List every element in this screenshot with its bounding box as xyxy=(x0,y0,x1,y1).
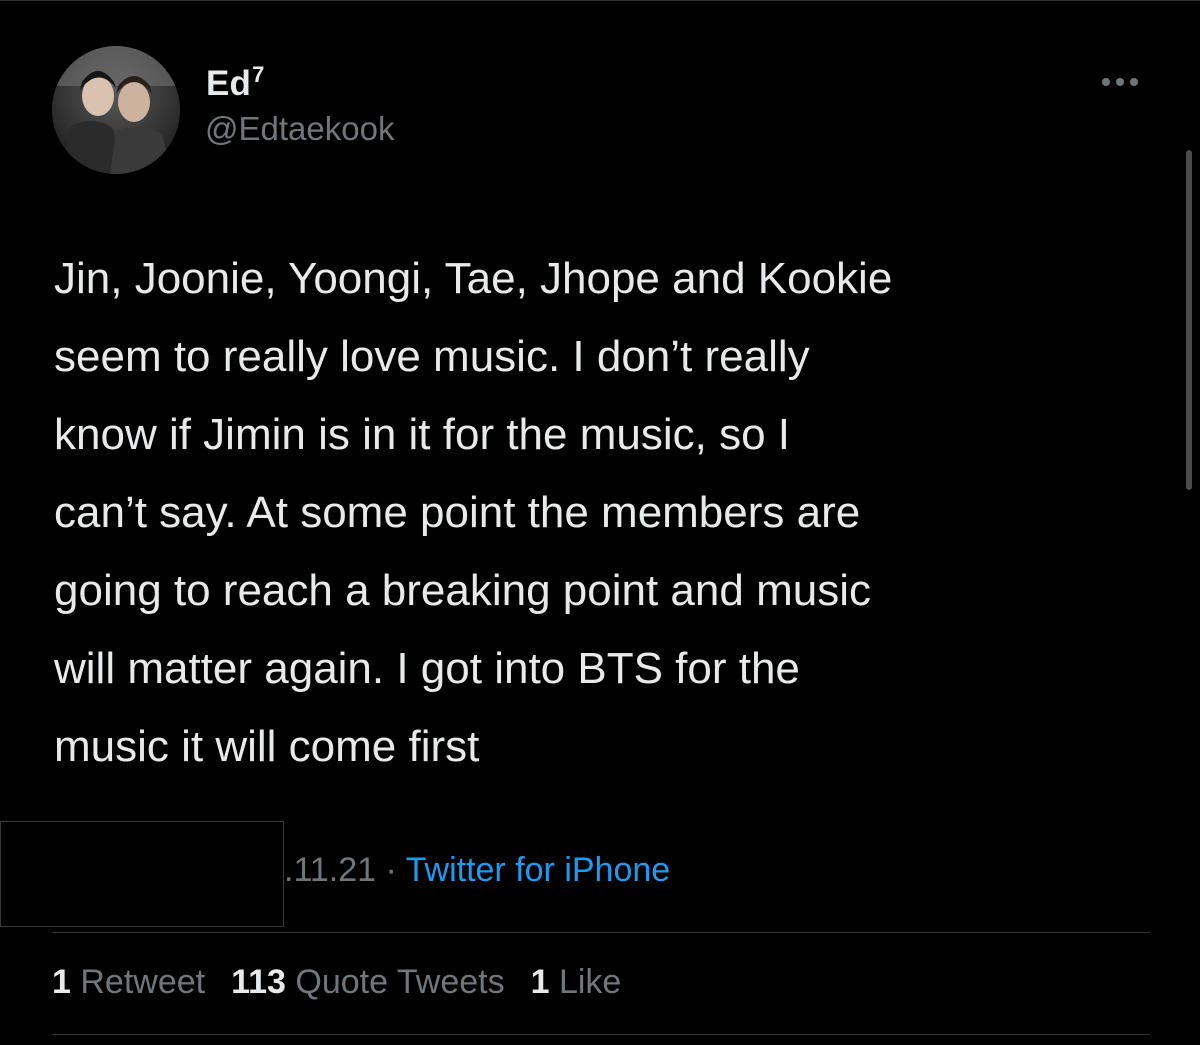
tweet-text-line: music it will come first xyxy=(54,722,480,771)
tweet-text-line: can’t say. At some point the members are xyxy=(54,488,861,537)
retweets-label: Retweet xyxy=(80,963,206,1001)
redaction-box xyxy=(0,821,284,927)
tweet-text-line: seem to really love music. I don’t reall… xyxy=(54,332,810,381)
author-avatar[interactable] xyxy=(52,46,180,174)
more-horizontal-icon xyxy=(1102,78,1110,86)
stats-top-divider xyxy=(52,932,1150,933)
stats-bottom-divider xyxy=(52,1034,1150,1035)
top-divider xyxy=(0,0,1200,7)
meta-separator: · xyxy=(376,851,406,889)
tweet-meta: .11.21 · Twitter for iPhone xyxy=(284,853,670,887)
scrollbar-thumb[interactable] xyxy=(1186,150,1192,490)
quote-tweets-label: Quote Tweets xyxy=(295,963,505,1001)
engagement-stats: 1 Retweet 113 Quote Tweets 1 Like xyxy=(52,965,621,999)
tweet-text-line: going to reach a breaking point and musi… xyxy=(54,566,871,615)
display-name-superscript: 7 xyxy=(252,62,265,87)
tweet-text: Jin, Joonie, Yoongi, Tae, Jhope and Kook… xyxy=(54,240,1144,786)
likes-stat[interactable]: 1 Like xyxy=(531,965,622,999)
retweets-stat[interactable]: 1 Retweet xyxy=(52,965,205,999)
tweet-text-line: will matter again. I got into BTS for th… xyxy=(54,644,800,693)
tweet-date[interactable]: .11.21 xyxy=(284,851,376,889)
author-display-name[interactable]: Ed7 xyxy=(206,64,265,103)
tweet-source-link[interactable]: Twitter for iPhone xyxy=(406,851,671,889)
display-name-text: Ed xyxy=(206,64,252,103)
author-handle[interactable]: @Edtaekook xyxy=(205,112,394,145)
quote-tweets-stat[interactable]: 113 Quote Tweets xyxy=(231,965,504,999)
tweet-text-line: Jin, Joonie, Yoongi, Tae, Jhope and Kook… xyxy=(54,254,893,303)
more-options-button[interactable] xyxy=(1092,62,1148,102)
tweet-text-line: know if Jimin is in it for the music, so… xyxy=(54,410,790,459)
avatar-image xyxy=(52,46,180,174)
quote-tweets-count: 113 xyxy=(231,963,286,1001)
retweets-count: 1 xyxy=(52,963,71,1001)
more-horizontal-icon-dot xyxy=(1130,78,1138,86)
likes-label: Like xyxy=(558,963,622,1001)
likes-count: 1 xyxy=(530,963,550,1001)
more-horizontal-icon-dot xyxy=(1116,78,1124,86)
